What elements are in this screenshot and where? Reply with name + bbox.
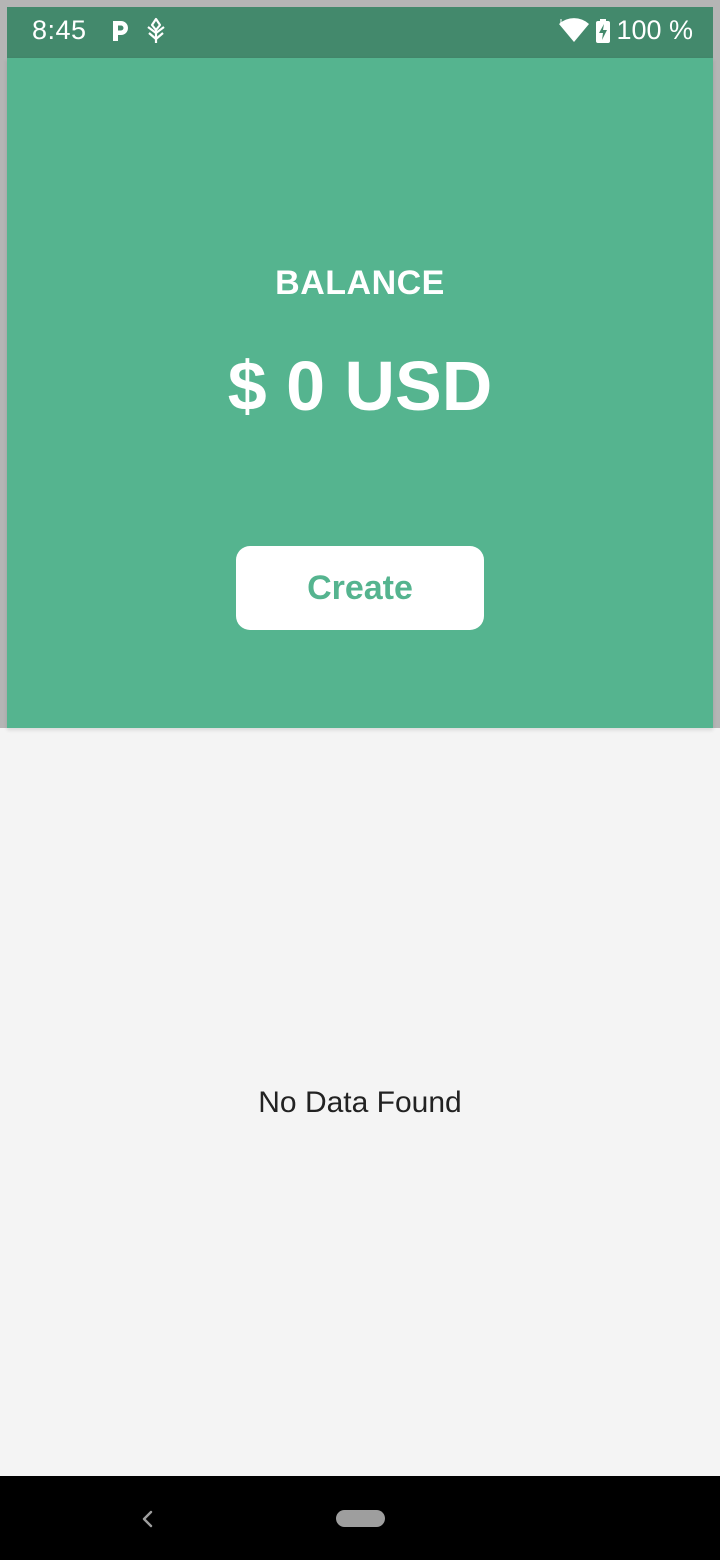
screen-edge-right (713, 0, 720, 728)
battery-percent: 100 % (616, 15, 693, 45)
wifi-icon (559, 17, 590, 42)
battery-charging-icon (596, 18, 611, 43)
home-pill-icon[interactable] (336, 1510, 385, 1527)
balance-label: BALANCE (275, 264, 445, 302)
balance-header: BALANCE $ 0 USD Create (7, 58, 713, 728)
status-bar: 8:45 100 % (7, 7, 713, 58)
leaf-icon (147, 17, 165, 43)
p-icon (113, 21, 128, 41)
screen-edge-left (0, 0, 7, 728)
screen-edge-top (0, 0, 720, 7)
app-screen: 8:45 100 % BALANCE $ 0 USD Create No Dat… (0, 0, 720, 1560)
back-icon[interactable] (136, 1504, 160, 1534)
empty-state-message: No Data Found (258, 1086, 462, 1119)
status-right-group: 100 % (558, 15, 693, 46)
create-button[interactable]: Create (236, 546, 484, 630)
balance-amount: $ 0 USD (227, 347, 493, 425)
system-nav-bar (0, 1476, 720, 1560)
status-time: 8:45 (32, 15, 87, 45)
